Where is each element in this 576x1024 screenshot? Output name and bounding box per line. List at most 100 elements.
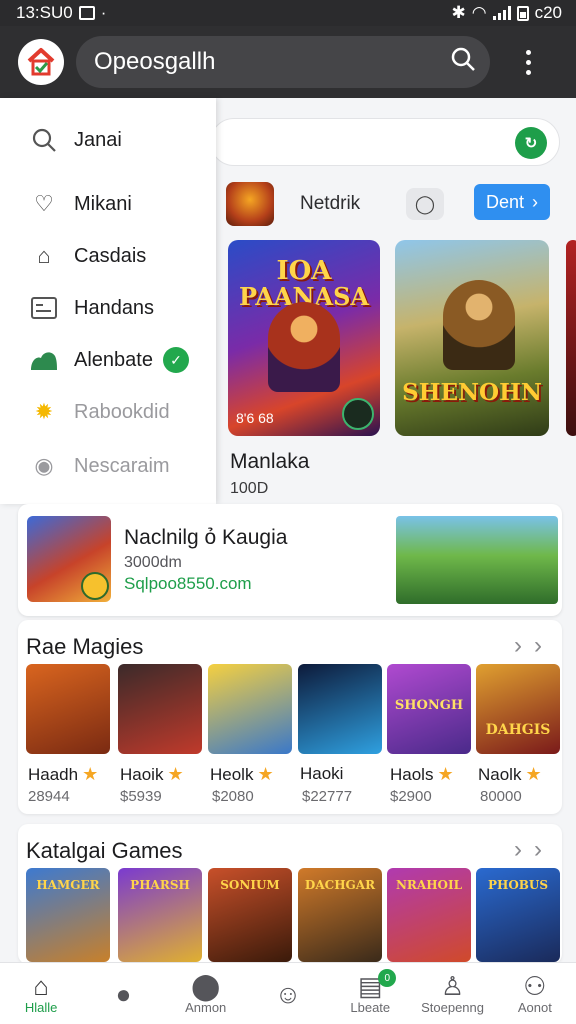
nav-anmon[interactable]: ⬤ Anmon	[165, 963, 247, 1024]
nav-lbeate[interactable]: ▤ 0 Lbeate	[329, 963, 411, 1024]
promo-card[interactable]: Naclnilg ỏ Kaugia 3000dm Sqlpoo8550.com	[18, 504, 562, 616]
tile-price: 80000	[480, 788, 522, 805]
featured-1-hero	[268, 302, 340, 392]
secondary-search-field[interactable]: ↻	[210, 118, 560, 166]
home-icon: ⌂	[33, 971, 49, 1001]
drawer-item-casdais[interactable]: ⌂ Casdais	[0, 230, 216, 282]
section-title: Rae Magies	[26, 634, 144, 659]
game-tile[interactable]: DACHGAR	[298, 868, 382, 962]
game-tile[interactable]	[208, 664, 292, 754]
more-options-icon[interactable]	[506, 40, 550, 84]
drawer-item-handans[interactable]: Handans	[0, 282, 216, 334]
tile-name[interactable]: Haoik ★	[120, 764, 184, 785]
game-tile[interactable]: HAMGER	[26, 868, 110, 962]
featured-card-2[interactable]: SHENOHN	[395, 240, 549, 436]
game-tile[interactable]	[118, 664, 202, 754]
app-logo-icon[interactable]	[18, 39, 64, 85]
voice-search-icon[interactable]: ↻	[515, 127, 547, 159]
drawer-item-nescaraim[interactable]: ◉ Nescaraim	[0, 440, 216, 492]
nav-aonot[interactable]: ⚇ Aonot	[494, 963, 576, 1024]
refresh-icon[interactable]: ◯	[406, 188, 444, 220]
section-arrows[interactable]: ››	[514, 632, 554, 660]
tile-art-title: DACHGAR	[304, 878, 376, 892]
nav-person[interactable]: ●	[82, 963, 164, 1024]
game-tile[interactable]	[26, 664, 110, 754]
app-search-bar[interactable]: Opeosgallh	[76, 36, 490, 88]
game-tile[interactable]	[298, 664, 382, 754]
tile-price: $5939	[120, 788, 162, 805]
signal-icon	[492, 6, 511, 20]
star-icon: ★	[525, 764, 542, 784]
promo-url[interactable]: Sqlpoo8550.com	[124, 574, 252, 594]
tile-art-title: PHARSH	[130, 878, 190, 892]
featured-2-hero	[443, 280, 515, 370]
sim-icon	[78, 6, 95, 20]
star-icon: ★	[167, 764, 184, 784]
promo-title: Naclnilg ỏ Kaugia	[124, 526, 288, 549]
drawer-item-label: Rabookdid	[74, 400, 170, 423]
status-right-text: c20	[534, 3, 562, 22]
drawer-item-label: Alenbate	[74, 348, 153, 371]
tile-price: 28944	[28, 788, 70, 805]
featured-name[interactable]: Manlaka	[230, 450, 309, 474]
section-arrows[interactable]: ››	[514, 836, 554, 864]
shield-icon	[342, 398, 374, 430]
tile-name[interactable]: Haadh ★	[28, 764, 98, 785]
developer-name[interactable]: Netdrik	[300, 193, 360, 215]
featured-2-art-title: SHENOHN	[402, 379, 542, 406]
game-tile[interactable]: PHOBUS	[476, 868, 560, 962]
drawer-item-mikani[interactable]: ♡ Mikani	[0, 178, 216, 230]
tile-name[interactable]: Haoki	[300, 764, 343, 784]
nav-emoji[interactable]: ☺	[247, 963, 329, 1024]
search-icon[interactable]	[450, 46, 476, 79]
drawer-item-alenbate[interactable]: Alenbate ✓	[0, 334, 216, 386]
notification-badge: 0	[378, 969, 397, 987]
section-rae-magies: Rae Magies ›› SHONGH DAHGIS Haadh ★ Haoik…	[18, 620, 562, 814]
game-tile[interactable]: SHONGH	[387, 664, 471, 754]
chevron-right-icon: ›	[532, 191, 539, 212]
nav-home[interactable]: ⌂ Hlalle	[0, 963, 82, 1024]
promo-thumbnail	[27, 516, 111, 602]
emoji-icon: ☺	[274, 978, 302, 1009]
tile-art-title: PHOBUS	[487, 878, 549, 892]
people-icon	[28, 344, 60, 376]
nav-label: Anmon	[185, 1000, 227, 1015]
featured-1-art-line1: IOA	[276, 256, 332, 286]
promo-art	[396, 516, 558, 604]
tile-name[interactable]: Naolk ★	[478, 764, 542, 785]
profile-search-icon: ♙	[440, 971, 465, 1001]
game-tile[interactable]: SONIUM	[208, 868, 292, 962]
tile-price: $2080	[212, 788, 254, 805]
wifi-icon: ◠	[471, 3, 487, 22]
game-tile[interactable]: NRAHOIL	[387, 868, 471, 962]
dent-button[interactable]: Dent ›	[474, 184, 550, 220]
id-card-icon	[28, 292, 60, 324]
tile-name[interactable]: Heolk ★	[210, 764, 274, 785]
status-time: 13:SU0	[16, 3, 73, 22]
nav-stoepenng[interactable]: ♙ Stoepenng	[411, 963, 493, 1024]
tile-art-title: SONIUM	[220, 878, 280, 892]
developer-row: Netdrik ◯ Dent ›	[226, 182, 556, 226]
game-tile[interactable]: DAHGIS	[476, 664, 560, 754]
check-badge-icon: ✓	[162, 347, 189, 373]
status-left: 13:SU0 ·	[16, 3, 106, 23]
featured-card-3[interactable]	[566, 240, 576, 436]
dot-icon: ·	[100, 3, 107, 22]
tile-art-title: SHONGH	[394, 698, 464, 713]
featured-size: 100D	[230, 480, 269, 497]
featured-card-1[interactable]: IOA PAANASA 8'6 68	[228, 240, 380, 436]
section-katalgai-games: Katalgai Games ›› HAMGER PHARSH SONIUM D…	[18, 824, 562, 964]
tile-price: $22777	[302, 788, 353, 805]
status-right: ✱ ◠ c20	[451, 3, 562, 23]
drawer-item-janai[interactable]: Janai	[0, 114, 216, 166]
dent-button-label: Dent	[485, 191, 525, 212]
game-tile[interactable]: PHARSH	[118, 868, 202, 962]
promo-subtitle: 3000dm	[124, 554, 182, 571]
tile-name[interactable]: Haols ★	[390, 764, 454, 785]
nav-label: Hlalle	[24, 1000, 58, 1015]
section-title: Katalgai Games	[26, 838, 183, 863]
developer-avatar[interactable]	[226, 182, 274, 226]
nav-label: Lbeate	[350, 1000, 391, 1015]
tile-art-title: DAHGIS	[485, 722, 551, 738]
drawer-item-rabookdid[interactable]: ✹ Rabookdid	[0, 386, 216, 438]
